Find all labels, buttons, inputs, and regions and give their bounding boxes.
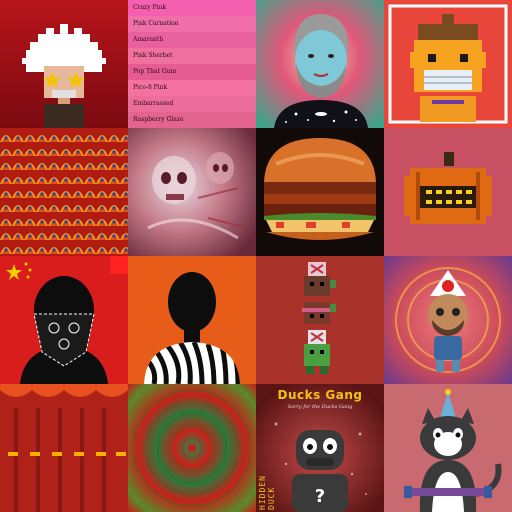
tile-party-cat[interactable] [384, 384, 512, 512]
tile-pumpkin[interactable] [384, 128, 512, 256]
party-hat-cat-icon [384, 384, 512, 512]
cartoon-man-portrait-icon [256, 0, 384, 128]
tile-doodle-character[interactable] [384, 256, 512, 384]
tile-burger[interactable] [256, 128, 384, 256]
tile-radial-green[interactable] [128, 384, 256, 512]
ducks-gang-title: Ducks Gang [277, 388, 363, 402]
swatch-item[interactable]: Raspberry Glaze [128, 112, 256, 128]
swatch-item[interactable]: Pop That Gum [128, 64, 256, 80]
ducks-gang-subtitle: Sorry for the Ducks Gang [287, 404, 353, 410]
masked-silhouette-icon [0, 256, 128, 384]
radial-pattern-icon [128, 384, 256, 512]
pixel-scientist-icon [0, 0, 128, 128]
tile-ducks-gang[interactable]: ? Ducks Gang Sorry for the Ducks Gang HI… [256, 384, 384, 512]
pixel-creature-stack-icon [256, 256, 384, 384]
doodle-character-icon [384, 256, 512, 384]
red-scale-pattern-icon [0, 128, 128, 256]
tile-bandana-figure[interactable] [0, 256, 128, 384]
tile-pixel-einstein[interactable] [0, 0, 128, 128]
burger-icon [256, 128, 384, 256]
tile-pixel-stack[interactable] [256, 256, 384, 384]
swatch-item[interactable]: Pink Carnation [128, 16, 256, 32]
tile-bearded-man[interactable] [256, 0, 384, 128]
swatch-item[interactable]: Crazy Pink [128, 0, 256, 16]
tile-zebra-figure[interactable] [128, 256, 256, 384]
pixel-pumpkin-icon [384, 128, 512, 256]
swatch-item[interactable]: Pico-8 Pink [128, 80, 256, 96]
swatch-item[interactable]: Pink Sherbet [128, 48, 256, 64]
tile-skull-abstract[interactable] [128, 128, 256, 256]
swatch-item[interactable]: Embarrassed [128, 96, 256, 112]
pixel-red-robes-icon [0, 384, 128, 512]
tile-scale-pattern[interactable] [0, 128, 128, 256]
svg-text:?: ? [315, 486, 325, 507]
swatch-list: Crazy Pink Pink Carnation Amaranth Pink She… [128, 0, 256, 128]
ducks-gang-side-text: HIDDEN DUCK [258, 475, 276, 510]
swatch-item[interactable]: Amaranth [128, 32, 256, 48]
pixel-boy-mask-icon [384, 0, 512, 128]
tile-pixel-robes[interactable] [0, 384, 128, 512]
image-grid: Crazy Pink Pink Carnation Amaranth Pink She… [0, 0, 512, 512]
zebra-shirt-silhouette-icon [128, 256, 256, 384]
tile-pixel-boy[interactable] [384, 0, 512, 128]
skull-collage-icon [128, 128, 256, 256]
tile-color-swatches: Crazy Pink Pink Carnation Amaranth Pink She… [128, 0, 256, 128]
